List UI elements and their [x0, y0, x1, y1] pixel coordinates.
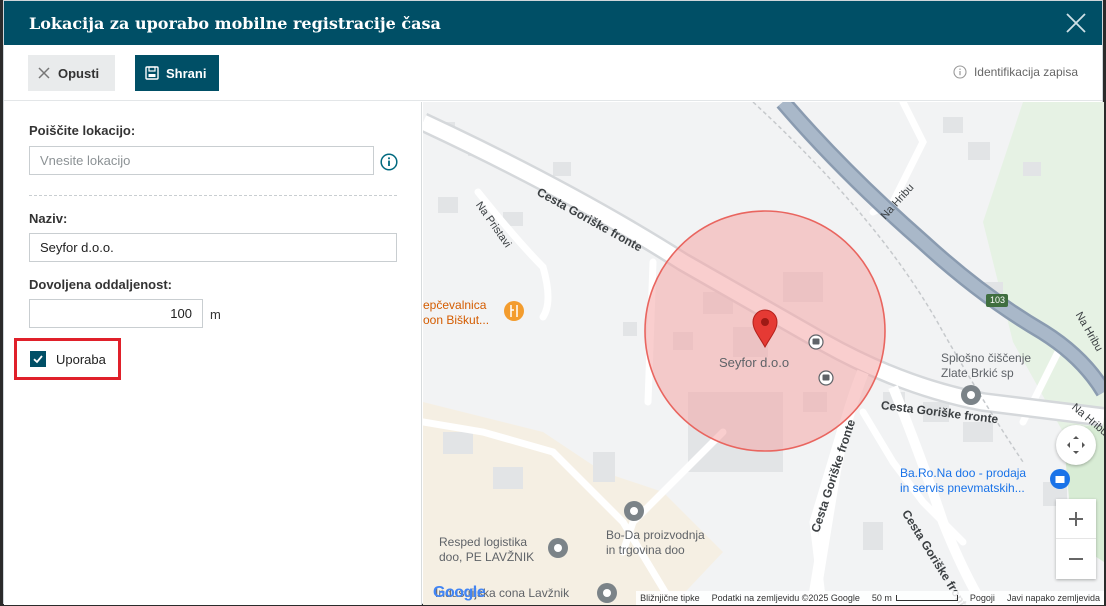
info-icon	[953, 65, 967, 79]
location-form: Poiščite lokacijo: Naziv: Dovoljena odda…	[4, 102, 422, 605]
place-label: Bo-Da proizvodnja in trgovina doo	[606, 528, 705, 557]
close-icon[interactable]	[1064, 11, 1088, 35]
shop-marker-icon	[1050, 469, 1070, 489]
map-view[interactable]: 103 Cesta Goriške fronte Cesta Goriške f…	[423, 102, 1104, 605]
save-button-label: Shrani	[166, 65, 207, 81]
check-icon	[33, 355, 43, 364]
usage-label: Uporaba	[56, 351, 106, 367]
location-modal: Lokacija za uporabo mobilne registracije…	[3, 0, 1104, 605]
cancel-button-label: Opusti	[58, 65, 100, 81]
place-label: Seyfor d.o.o	[719, 355, 790, 370]
google-logo-text: Google	[433, 584, 486, 601]
modal-title: Lokacija za uporabo mobilne registracije…	[29, 14, 441, 33]
map-attribution: Bližnjične tipke Podatki na zemljevidu ©…	[636, 591, 1104, 605]
route-number: 103	[990, 295, 1006, 305]
place-marker-icon	[624, 501, 644, 521]
scale-label: 50 m	[871, 593, 892, 603]
name-input[interactable]	[29, 233, 397, 262]
restaurant-marker-icon	[504, 301, 524, 321]
zoom-controls	[1056, 499, 1096, 579]
place-marker-icon	[961, 385, 981, 405]
record-identification-label: Identifikacija zapisa	[973, 65, 1078, 79]
record-identification[interactable]: Identifikacija zapisa	[953, 65, 1078, 79]
place-label: epčevalnica oon Biškut...	[423, 298, 490, 327]
plus-icon	[1069, 511, 1083, 526]
name-label: Naziv:	[29, 211, 68, 226]
bus-stop-icon	[808, 334, 824, 350]
cancel-button[interactable]: Opusti	[28, 55, 115, 91]
save-icon	[145, 66, 159, 80]
place-label: Splošno čiščenje Zlate Brkić sp	[941, 351, 1032, 380]
zoom-in-button[interactable]	[1056, 499, 1096, 539]
place-label: Ba.Ro.Na doo - prodaja in servis pnevmat…	[900, 466, 1027, 495]
toolbar: Opusti Shrani Identifikacija zapisa	[4, 45, 1102, 101]
place-marker-icon	[548, 538, 568, 558]
usage-checkbox-row: Uporaba	[14, 338, 121, 380]
minus-icon	[1069, 558, 1083, 560]
map-pan-control[interactable]	[1056, 425, 1096, 465]
info-icon[interactable]	[380, 153, 398, 176]
search-label: Poiščite lokacijo:	[29, 123, 136, 138]
usage-checkbox[interactable]	[30, 351, 46, 367]
close-icon	[38, 67, 50, 79]
place-marker-icon	[597, 583, 617, 603]
keyboard-shortcuts-link[interactable]: Bližnjične tipke	[640, 593, 700, 603]
map-scale[interactable]: 50 m	[872, 593, 958, 603]
terms-link[interactable]: Pogoji	[970, 593, 995, 603]
map-data-text: Podatki na zemljevidu ©2025 Google	[711, 593, 860, 603]
save-button[interactable]: Shrani	[135, 55, 219, 91]
search-input[interactable]	[29, 146, 374, 175]
google-logo[interactable]: Google	[433, 584, 486, 602]
move-icon	[1067, 436, 1085, 454]
scale-bar	[895, 595, 958, 601]
bus-stop-icon	[818, 370, 834, 386]
form-divider	[29, 195, 397, 196]
modal-title-bar: Lokacija za uporabo mobilne registracije…	[4, 1, 1102, 45]
distance-label: Dovoljena oddaljenost:	[29, 277, 173, 292]
zoom-out-button[interactable]	[1056, 539, 1096, 579]
distance-unit: m	[210, 307, 221, 322]
place-label: Resped logistika doo, PE LAVŽNIK	[439, 535, 535, 564]
report-error-link[interactable]: Javi napako zemljevida	[1007, 593, 1100, 603]
distance-input[interactable]	[29, 299, 203, 328]
